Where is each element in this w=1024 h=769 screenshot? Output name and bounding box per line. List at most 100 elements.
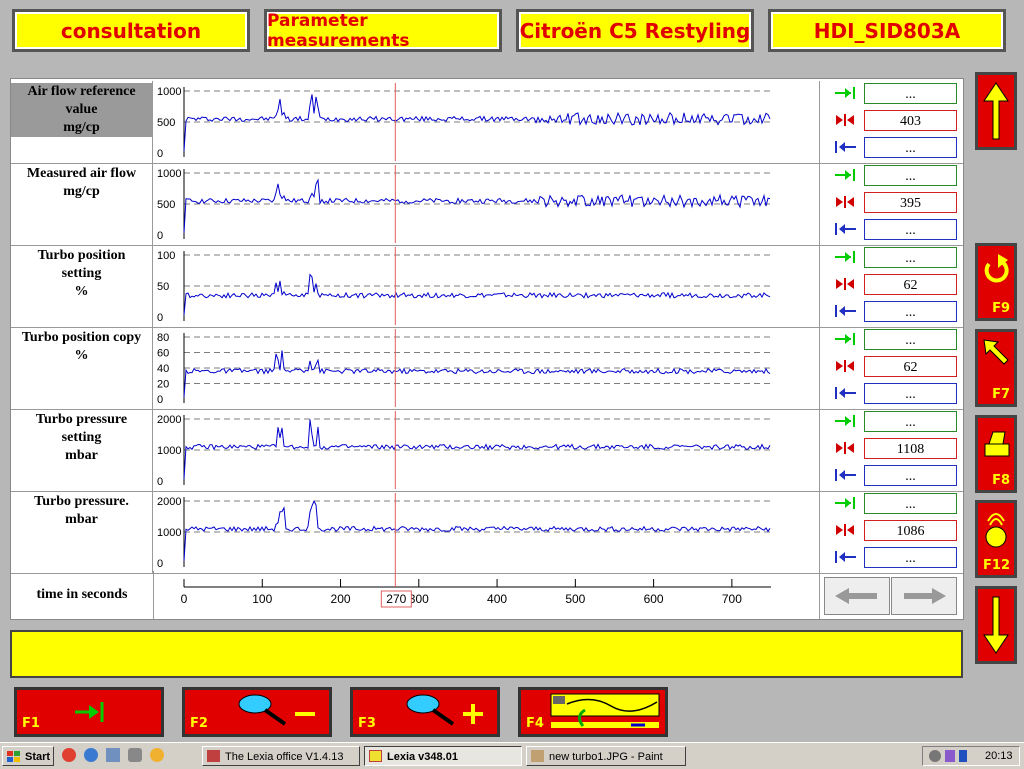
f9-refresh-button[interactable]: F9 bbox=[975, 243, 1017, 321]
x-tick-label: 0 bbox=[181, 592, 188, 606]
measurement-row: Turbo position copy% 80 60 40 20 0... 62... bbox=[11, 327, 963, 410]
f8-print-button[interactable]: F8 bbox=[975, 415, 1017, 493]
min-marker-icon[interactable] bbox=[833, 468, 857, 482]
current-value-box[interactable]: 403 bbox=[864, 110, 957, 131]
min-value-box[interactable]: ... bbox=[864, 547, 957, 568]
chrome-icon[interactable] bbox=[62, 748, 76, 762]
scroll-up-button[interactable] bbox=[975, 72, 1017, 150]
max-value-box[interactable]: ... bbox=[864, 165, 957, 186]
current-value-box[interactable]: 395 bbox=[864, 192, 957, 213]
scroll-right-button[interactable] bbox=[891, 577, 957, 615]
parameter-graph: 1000 500 0 bbox=[154, 163, 820, 245]
parameter-label: Turbo position setting% bbox=[11, 245, 153, 327]
value-marker-icon[interactable] bbox=[833, 523, 857, 537]
max-marker-icon[interactable] bbox=[833, 414, 857, 428]
max-marker-icon[interactable] bbox=[833, 496, 857, 510]
parameter-label: Measured air flow mg/cp bbox=[11, 163, 153, 245]
max-value-box[interactable]: ... bbox=[864, 83, 957, 104]
min-value-box[interactable]: ... bbox=[864, 301, 957, 322]
max-marker-icon[interactable] bbox=[833, 86, 857, 100]
signal-trace bbox=[183, 94, 771, 152]
measurement-row: Measured air flow mg/cp 1000 500 0... 395... bbox=[11, 163, 963, 246]
max-value-box[interactable]: ... bbox=[864, 247, 957, 268]
scroll-left-button[interactable] bbox=[824, 577, 890, 615]
max-value-box[interactable]: ... bbox=[864, 411, 957, 432]
min-marker-icon[interactable] bbox=[833, 550, 857, 564]
signal-trace bbox=[183, 178, 771, 234]
value-marker-icon[interactable] bbox=[833, 113, 857, 127]
f4-graph-button[interactable]: F4 bbox=[518, 687, 668, 737]
tab-consultation[interactable]: consultation bbox=[12, 9, 250, 52]
min-marker-icon[interactable] bbox=[833, 386, 857, 400]
y-tick-label: 500 bbox=[157, 117, 175, 129]
y-tick-label: 500 bbox=[157, 199, 175, 211]
tray-icon[interactable] bbox=[929, 750, 941, 762]
current-value-box[interactable]: 62 bbox=[864, 356, 957, 377]
y-tick-label: 50 bbox=[157, 281, 169, 293]
taskbar: Start The Lexia office V1.4.13 Lexia v34… bbox=[0, 742, 1024, 769]
scroll-down-button[interactable] bbox=[975, 586, 1017, 664]
f12-help-button[interactable]: F12 bbox=[975, 500, 1017, 578]
media-icon[interactable] bbox=[150, 748, 164, 762]
f7-label: F7 bbox=[992, 387, 1010, 402]
max-marker-icon[interactable] bbox=[833, 332, 857, 346]
tab-parameter-measurements[interactable]: Parameter measurements bbox=[264, 9, 502, 52]
task-label: new turbo1.JPG - Paint bbox=[549, 751, 663, 763]
tools-icon[interactable] bbox=[128, 748, 142, 762]
max-value-box[interactable]: ... bbox=[864, 493, 957, 514]
taskbar-lexia-office[interactable]: The Lexia office V1.4.13 bbox=[202, 746, 360, 766]
min-value-box[interactable]: ... bbox=[864, 137, 957, 158]
time-axis-row: time in seconds 0 100 200 300 400 500 600 700 27… bbox=[11, 571, 963, 619]
browser-icon[interactable] bbox=[84, 748, 98, 762]
parameter-graph: 2000 1000 0 bbox=[154, 491, 820, 573]
max-value-box[interactable]: ... bbox=[864, 329, 957, 350]
max-marker-icon[interactable] bbox=[833, 168, 857, 182]
parameter-label-line: % bbox=[74, 348, 89, 363]
min-marker-icon[interactable] bbox=[833, 222, 857, 236]
parameter-graph: 2000 1000 0 bbox=[154, 409, 820, 491]
y-tick-label: 0 bbox=[157, 312, 163, 324]
min-value-box[interactable]: ... bbox=[864, 465, 957, 486]
parameter-label-line: Turbo position bbox=[37, 248, 126, 263]
current-value-box[interactable]: 1086 bbox=[864, 520, 957, 541]
tray-icon[interactable] bbox=[945, 750, 955, 762]
value-marker-icon[interactable] bbox=[833, 195, 857, 209]
x-tick-label: 100 bbox=[252, 592, 272, 606]
f3-zoom-in-button[interactable]: F3 bbox=[350, 687, 500, 737]
f1-button[interactable]: F1 bbox=[14, 687, 164, 737]
taskbar-paint[interactable]: new turbo1.JPG - Paint bbox=[526, 746, 686, 766]
min-marker-icon[interactable] bbox=[833, 304, 857, 318]
battery-icon[interactable] bbox=[959, 750, 967, 762]
f7-cursor-button[interactable]: F7 bbox=[975, 329, 1017, 407]
value-marker-icon[interactable] bbox=[833, 277, 857, 291]
parameter-label-line: Air flow reference bbox=[11, 83, 152, 101]
f1-label: F1 bbox=[22, 716, 40, 731]
time-axis: 0 100 200 300 400 500 600 700 270 bbox=[154, 571, 820, 619]
parameter-label-line: value bbox=[11, 101, 152, 119]
value-marker-icon[interactable] bbox=[833, 359, 857, 373]
x-tick-label: 500 bbox=[565, 592, 585, 606]
start-button[interactable]: Start bbox=[2, 746, 54, 766]
x-tick-label: 600 bbox=[644, 592, 664, 606]
arrow-up-icon bbox=[983, 82, 1009, 140]
value-marker-icon[interactable] bbox=[833, 441, 857, 455]
clock: 20:13 bbox=[985, 750, 1013, 762]
parameter-label-line: Measured air flow bbox=[26, 166, 137, 181]
min-value-box[interactable]: ... bbox=[864, 219, 957, 240]
tab-vehicle[interactable]: Citroën C5 Restyling bbox=[516, 9, 754, 52]
current-value-box[interactable]: 1108 bbox=[864, 438, 957, 459]
min-marker-icon[interactable] bbox=[833, 140, 857, 154]
f2-zoom-out-button[interactable]: F2 bbox=[182, 687, 332, 737]
f9-label: F9 bbox=[992, 301, 1010, 316]
current-value-box[interactable]: 62 bbox=[864, 274, 957, 295]
taskbar-lexia[interactable]: Lexia v348.01 bbox=[364, 746, 522, 766]
min-value-box[interactable]: ... bbox=[864, 383, 957, 404]
tab-ecu[interactable]: HDI_SID803A bbox=[768, 9, 1006, 52]
max-marker-icon[interactable] bbox=[833, 250, 857, 264]
signal-trace bbox=[183, 273, 771, 316]
f8-label: F8 bbox=[992, 473, 1010, 488]
signal-trace bbox=[183, 419, 771, 480]
refresh-icon bbox=[984, 254, 1009, 283]
signal-trace bbox=[183, 350, 771, 398]
explorer-icon[interactable] bbox=[106, 748, 120, 762]
